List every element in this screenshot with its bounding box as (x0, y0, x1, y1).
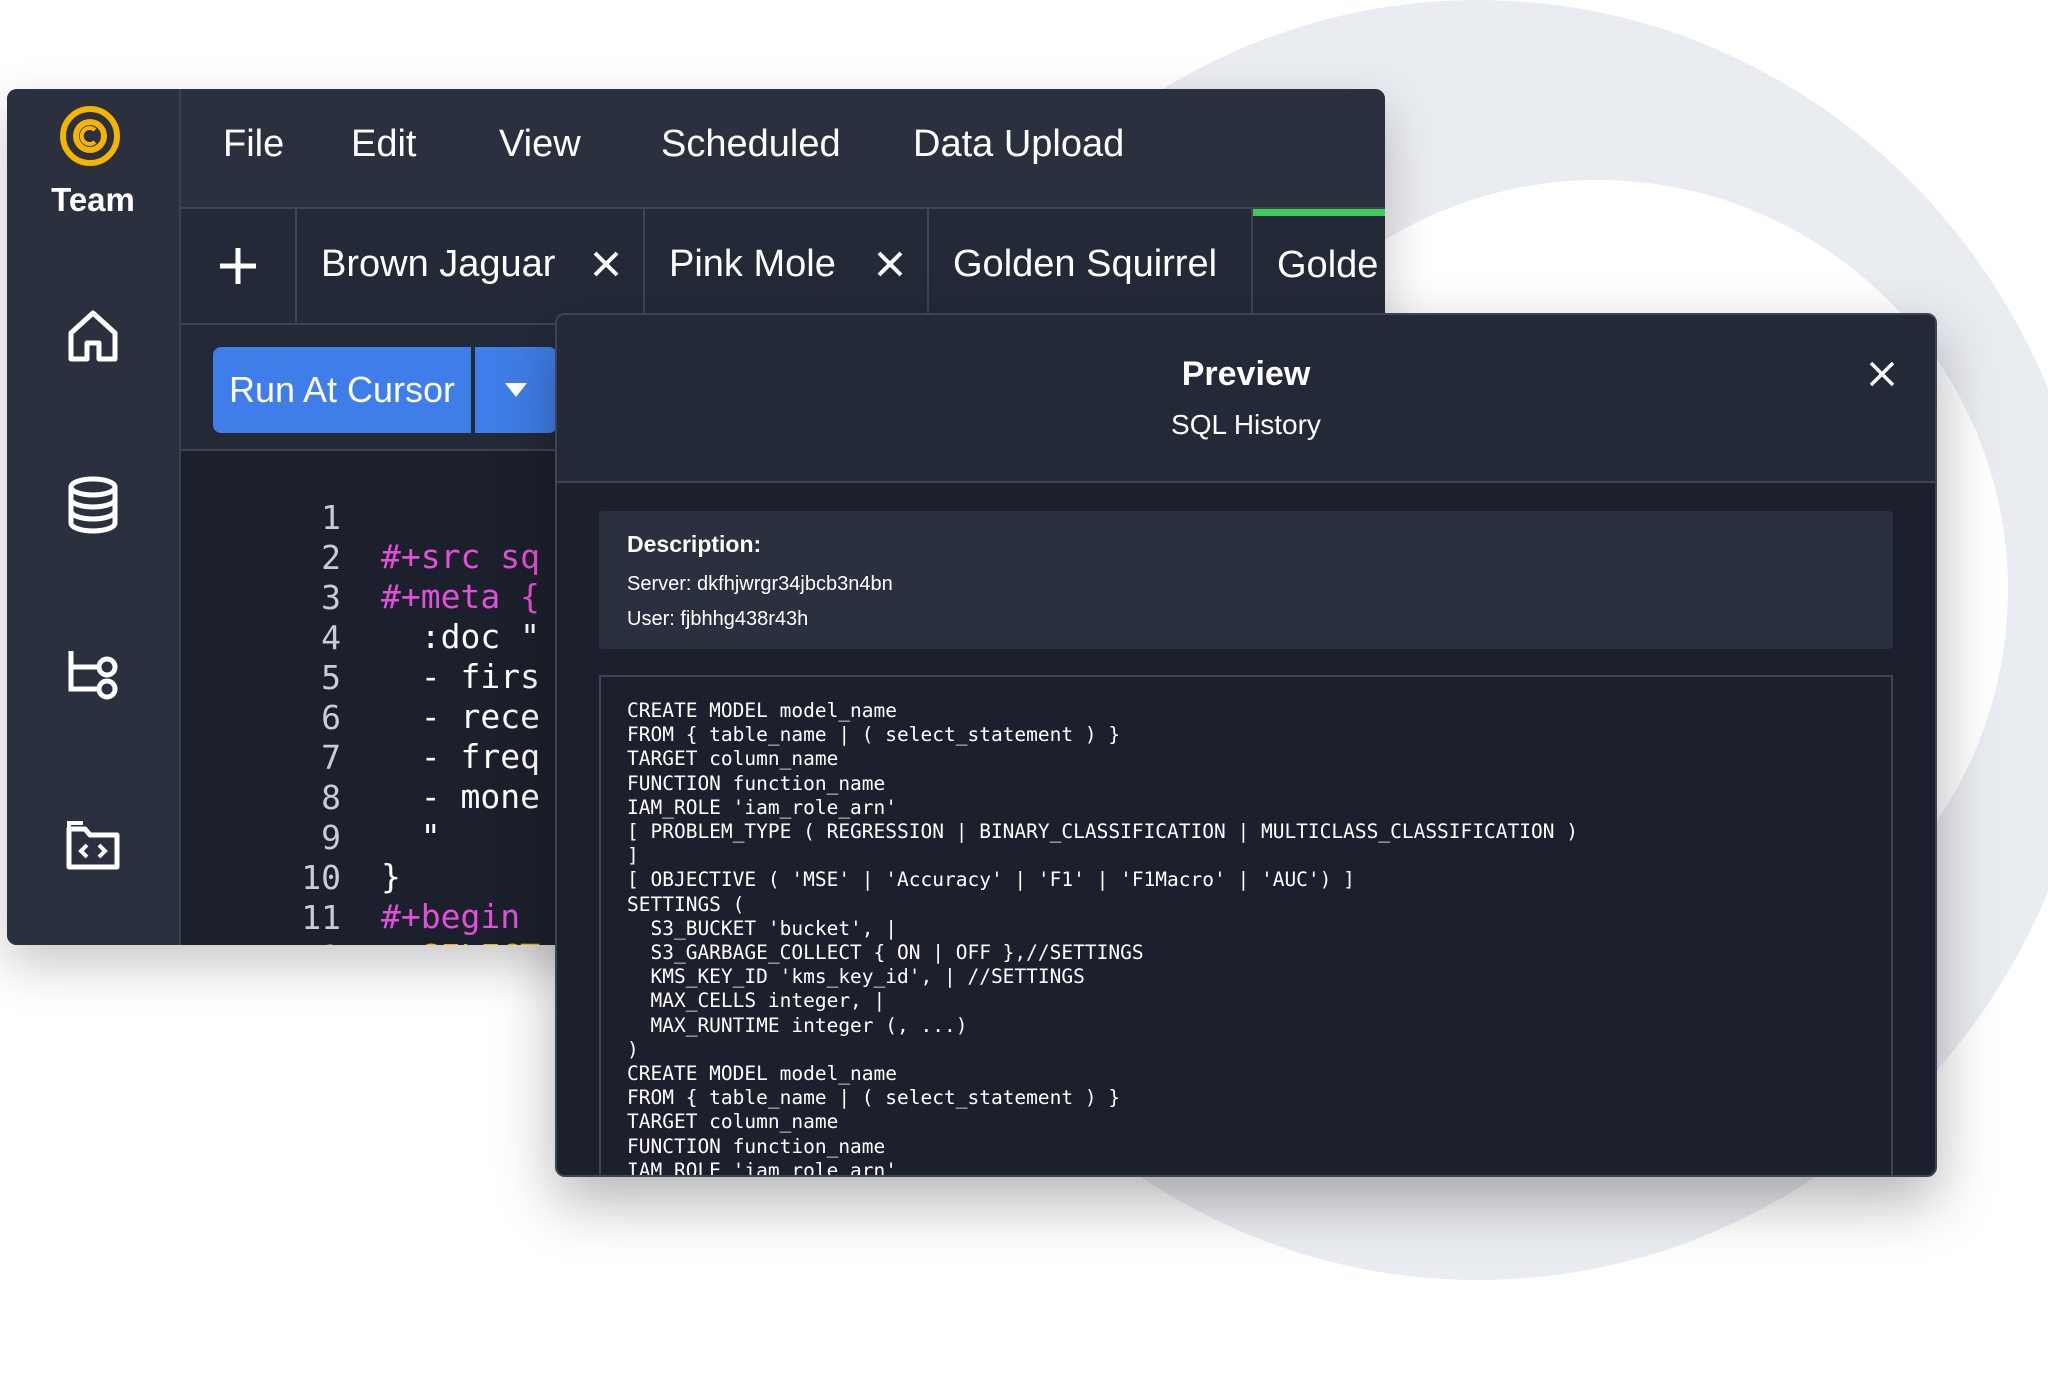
close-icon[interactable] (1867, 359, 1897, 389)
code-text: - mone (381, 777, 540, 816)
modal-subtitle: SQL History (1171, 409, 1321, 440)
menu-scheduled[interactable]: Scheduled (661, 123, 841, 166)
run-at-cursor-button[interactable]: Run At Cursor (213, 347, 471, 433)
code-text: - rece (381, 697, 540, 736)
new-tab-button[interactable] (181, 209, 297, 323)
code-line: 10 #+begin (181, 819, 520, 936)
code-line: 11 SELECT (181, 859, 540, 945)
sql-text: CREATE MODEL model_name FROM { table_nam… (627, 699, 1578, 1177)
code-text: " (381, 817, 441, 856)
menu-file[interactable]: File (223, 123, 284, 166)
menu-bar: File Edit View Scheduled Data Upload (181, 89, 1385, 209)
code-line: 7 - mone (181, 699, 540, 816)
code-line: 4 - firs (181, 579, 540, 696)
code-line: 5 - rece (181, 619, 540, 736)
menu-data-upload[interactable]: Data Upload (913, 123, 1124, 166)
code-text: - firs (381, 657, 540, 696)
modal-header: Preview SQL History (557, 315, 1935, 483)
tab-golden-squirrel[interactable]: Golden Squirrel (929, 209, 1253, 323)
logo-icon[interactable] (59, 105, 121, 167)
code-text: #+begin (381, 897, 521, 936)
code-text: SELECT (381, 937, 540, 945)
menu-view[interactable]: View (499, 123, 581, 166)
brand-label: Team (51, 181, 135, 218)
tab-golde[interactable]: Golde (1253, 209, 1385, 323)
code-text: } (381, 857, 401, 896)
tab-brown-jaguar[interactable]: Brown Jaguar (297, 209, 645, 323)
caret-down-icon (505, 383, 527, 397)
code-line: 2 #+meta { (181, 499, 540, 616)
code-line: 8 " (181, 739, 440, 856)
code-text: - freq (381, 737, 540, 776)
menu-edit[interactable]: Edit (351, 123, 416, 166)
tab-bar: Brown Jaguar Pink Mole Golden Squirrel G… (181, 209, 1385, 325)
code-line: 3 :doc " (181, 539, 540, 656)
tab-label: Pink Mole (669, 243, 836, 285)
description-box: Description: Server: dkfhjwrgr34jbcb3n4b… (599, 511, 1893, 649)
close-icon[interactable] (591, 249, 621, 279)
tab-label: Golden Squirrel (953, 243, 1218, 285)
code-text: :doc " (381, 617, 540, 656)
code-line: 6 - freq (181, 659, 540, 776)
code-line: 12 cust (181, 899, 341, 945)
database-icon[interactable] (63, 475, 123, 535)
preview-modal: Preview SQL History Description: Server:… (555, 313, 1937, 1177)
description-label: Description: (627, 531, 762, 557)
close-icon[interactable] (875, 249, 905, 279)
code-text: #+meta { (381, 577, 540, 616)
run-options-dropdown[interactable] (475, 347, 557, 433)
code-line: 9 } (181, 779, 401, 896)
code-text: #+src sq (381, 537, 540, 576)
line-number: 12 (181, 938, 341, 945)
sidebar: Team (7, 89, 181, 945)
tab-pink-mole[interactable]: Pink Mole (645, 209, 929, 323)
tab-label: Brown Jaguar (321, 243, 556, 285)
plus-icon (220, 248, 256, 284)
modal-title: Preview (1181, 355, 1311, 393)
tab-label: Golde (1277, 244, 1379, 286)
code-folder-icon[interactable] (63, 815, 123, 875)
code-line: 1 #+src sq (181, 459, 540, 576)
user-info: User: fjbhhg438r43h (627, 608, 809, 630)
sql-preview[interactable]: CREATE MODEL model_name FROM { table_nam… (599, 675, 1893, 1177)
home-icon[interactable] (63, 305, 123, 365)
server-info: Server: dkfhjwrgr34jbcb3n4bn (627, 573, 893, 595)
workflow-icon[interactable] (63, 645, 123, 705)
